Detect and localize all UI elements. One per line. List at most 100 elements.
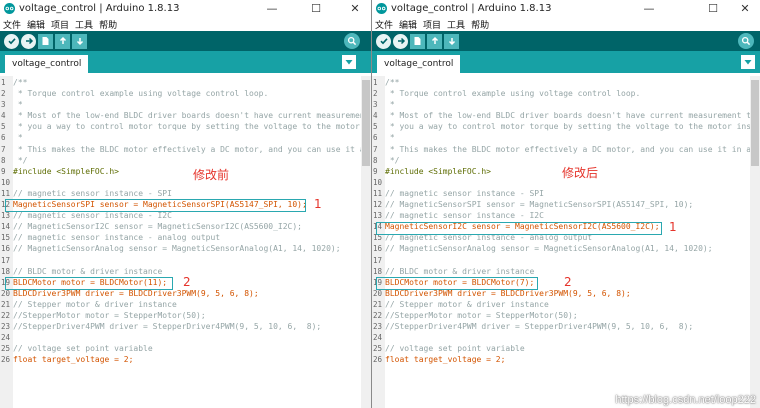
ide-window-before: voltage_control | Arduino 1.8.13 — ☐ ✕ 文… <box>0 0 372 408</box>
tab-bar: voltage_control <box>0 51 371 73</box>
code-line-5: 5 * you a way to control motor torque by… <box>373 122 756 132</box>
close-icon[interactable]: ✕ <box>340 0 370 17</box>
maximize-icon[interactable]: ☐ <box>301 0 331 17</box>
triangle-down-icon <box>744 60 752 65</box>
arrow-up-icon <box>431 36 438 44</box>
menu-project[interactable]: 项目 <box>51 18 69 31</box>
code-line-6: 6 * <box>1 133 23 143</box>
window-title: voltage_control | Arduino 1.8.13 <box>391 3 552 14</box>
tab-voltage-control[interactable]: voltage_control <box>5 55 89 73</box>
menu-file[interactable]: 文件 <box>3 18 21 31</box>
code-lines: 1/** 2 * Torque control example using vo… <box>0 77 371 365</box>
serial-monitor-button[interactable] <box>344 33 360 49</box>
code-line-14: 14// MagneticSensorI2C sensor = Magnetic… <box>1 222 302 232</box>
open-button[interactable] <box>427 33 442 49</box>
upload-button[interactable] <box>21 33 36 49</box>
window-title: voltage_control | Arduino 1.8.13 <box>19 3 180 14</box>
vertical-scrollbar[interactable] <box>750 76 760 408</box>
code-line-21: 21// Stepper motor & driver instance <box>1 299 177 309</box>
code-line-13: 13// magnetic sensor instance - I2C <box>373 211 544 221</box>
code-line-9: 9 #include <SimpleFOC.h> <box>1 166 119 176</box>
check-icon <box>7 38 16 45</box>
menu-tools[interactable]: 工具 <box>75 18 93 31</box>
code-line-16: 16// MagneticSensorAnalog sensor = Magne… <box>1 244 341 254</box>
menu-bar: 文件 编辑 项目 工具 帮助 <box>372 17 760 31</box>
annotation-after: 修改后 <box>562 166 599 180</box>
watermark: https://blog.csdn.net/loop222 <box>615 394 756 406</box>
menu-file[interactable]: 文件 <box>375 18 393 31</box>
check-icon <box>379 38 388 45</box>
tab-voltage-control[interactable]: voltage_control <box>377 55 461 73</box>
code-line-22: 22//StepperMotor motor = StepperMotor(50… <box>1 310 206 320</box>
scrollbar-thumb[interactable] <box>362 80 370 166</box>
code-line-7: 7 * This makes the BLDC motor effectivel… <box>1 144 365 154</box>
code-line-2: 2 * Torque control example using voltage… <box>373 89 641 99</box>
menu-edit[interactable]: 编辑 <box>399 18 417 31</box>
menu-project[interactable]: 项目 <box>423 18 441 31</box>
magnifier-icon <box>741 36 751 46</box>
code-line-21: 21// Stepper motor & driver instance <box>373 299 549 309</box>
code-editor[interactable]: 1/** 2 * Torque control example using vo… <box>0 76 371 408</box>
tab-menu-button[interactable] <box>342 55 356 69</box>
menu-help[interactable]: 帮助 <box>99 18 117 31</box>
annotation-before: 修改前 <box>193 168 230 182</box>
verify-button[interactable] <box>4 33 19 49</box>
highlight-box-motor <box>5 277 173 290</box>
minimize-icon[interactable]: — <box>257 0 287 17</box>
marker-1: 1 <box>669 220 677 234</box>
code-line-2: 2 * Torque control example using voltage… <box>1 89 269 99</box>
ide-window-after: voltage_control | Arduino 1.8.13 — ☐ ✕ 文… <box>372 0 760 408</box>
code-line-12: 12// MagneticSensorSPI sensor = Magnetic… <box>373 200 694 210</box>
highlight-box-motor <box>376 277 538 290</box>
code-line-23: 23//StepperDriver4PWM driver = StepperDr… <box>1 322 322 332</box>
menu-tools[interactable]: 工具 <box>447 18 465 31</box>
code-line-4: 4 * Most of the low-end BLDC driver boar… <box>1 111 365 121</box>
code-line-25: 25// voltage set point variable <box>1 344 153 354</box>
arrow-down-icon <box>76 38 83 46</box>
code-line-3: 3 * <box>1 100 23 110</box>
title-bar: voltage_control | Arduino 1.8.13 — ☐ ✕ <box>0 0 371 17</box>
maximize-icon[interactable]: ☐ <box>698 0 728 17</box>
code-line-16: 16// MagneticSensorAnalog sensor = Magne… <box>373 244 713 254</box>
save-button[interactable] <box>444 33 459 49</box>
code-line-6: 6 * <box>373 133 395 143</box>
verify-button[interactable] <box>376 33 391 49</box>
code-line-8: 8 */ <box>1 155 28 165</box>
code-line-5: 5 * you a way to control motor torque by… <box>1 122 360 132</box>
new-file-icon <box>414 37 421 45</box>
upload-button[interactable] <box>393 33 408 49</box>
code-line-4: 4 * Most of the low-end BLDC driver boar… <box>373 111 756 121</box>
menu-help[interactable]: 帮助 <box>471 18 489 31</box>
code-line-23: 23//StepperDriver4PWM driver = StepperDr… <box>373 322 694 332</box>
code-line-1: 1/** <box>373 78 400 87</box>
vertical-scrollbar[interactable] <box>361 76 371 408</box>
toolbar <box>0 31 371 51</box>
magnifier-icon <box>347 36 357 46</box>
new-button[interactable] <box>38 33 53 49</box>
arrow-right-icon <box>397 37 405 45</box>
new-button[interactable] <box>410 33 425 49</box>
arduino-app-icon <box>376 3 387 14</box>
tab-menu-button[interactable] <box>741 55 755 69</box>
arrow-up-icon <box>59 36 66 44</box>
arrow-down-icon <box>448 38 455 46</box>
code-editor[interactable]: 1/** 2 * Torque control example using vo… <box>372 76 760 408</box>
scrollbar-thumb[interactable] <box>751 80 759 166</box>
serial-monitor-button[interactable] <box>738 33 754 49</box>
code-line-17: 17 <box>1 255 11 265</box>
save-button[interactable] <box>72 33 87 49</box>
marker-1: 1 <box>314 197 322 211</box>
code-line-15: 15// magnetic sensor instance - analog o… <box>1 233 221 243</box>
menu-edit[interactable]: 编辑 <box>27 18 45 31</box>
code-line-26: 26 float target_voltage = 2; <box>373 355 506 365</box>
code-line-24: 24 <box>373 333 383 343</box>
highlight-box-sensor <box>376 222 662 235</box>
open-button[interactable] <box>55 33 70 49</box>
close-icon[interactable]: ✕ <box>730 0 760 17</box>
code-line-25: 25// voltage set point variable <box>373 344 525 354</box>
title-bar: voltage_control | Arduino 1.8.13 — ☐ ✕ <box>372 0 760 17</box>
code-line-7: 7 * This makes the BLDC motor effectivel… <box>373 144 752 154</box>
code-line-24: 24 <box>1 333 11 343</box>
arrow-right-icon <box>25 37 33 45</box>
minimize-icon[interactable]: — <box>634 0 664 17</box>
